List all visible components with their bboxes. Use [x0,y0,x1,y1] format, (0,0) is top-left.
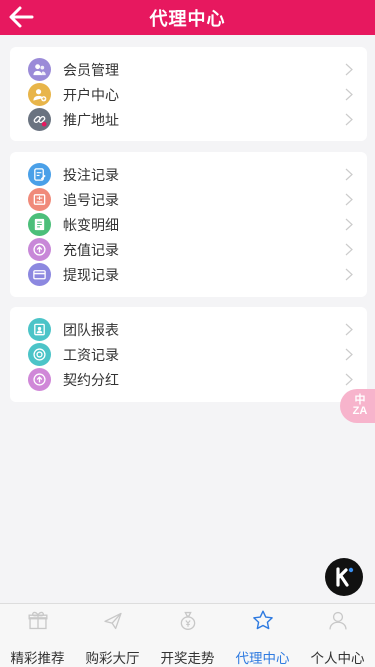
chase-record-icon [28,188,51,211]
menu-item-label: 工资记录 [63,346,119,363]
bet-record-icon [28,163,51,186]
menu-item-member-management[interactable]: 会员管理 [10,57,367,82]
menu-item-account-opening[interactable]: 开户中心 [10,82,367,107]
menu-item-contract-dividend[interactable]: 契约分红 [10,367,367,392]
menu-item-label: 投注记录 [63,166,119,183]
language-label-bottom: ZA [352,405,368,417]
tab-featured[interactable]: 精彩推荐 [0,604,75,667]
user-icon [328,611,347,630]
chevron-right-icon [345,88,353,101]
tab-label: 开奖走势 [160,651,215,666]
withdraw-icon [28,263,51,286]
members-icon [28,58,51,81]
chevron-right-icon [345,373,353,386]
tab-draw-trend[interactable]: 开奖走势 [150,604,225,667]
menu-card-account: 会员管理 开户中心 推广地址 [10,47,367,141]
gift-icon [27,611,48,630]
menu-item-account-change[interactable]: 帐变明细 [10,212,367,237]
chevron-right-icon [345,268,353,281]
chevron-right-icon [345,218,353,231]
chevron-right-icon [345,63,353,76]
team-report-icon [28,318,51,341]
menu-item-label: 会员管理 [63,61,119,78]
tab-agent-center[interactable]: 代理中心 [225,604,300,667]
menu-item-salary-record[interactable]: 工资记录 [10,342,367,367]
tab-label: 个人中心 [310,651,365,666]
menu-item-chase-record[interactable]: 追号记录 [10,187,367,212]
tab-label: 精彩推荐 [10,651,65,666]
chevron-right-icon [345,168,353,181]
add-account-icon [28,83,51,106]
tab-lottery-hall[interactable]: 购彩大厅 [75,604,150,667]
menu-item-label: 团队报表 [63,321,119,338]
plane-icon [103,612,122,630]
star-icon [252,610,273,630]
deposit-icon [28,238,51,261]
chevron-right-icon [345,113,353,126]
language-toggle-button[interactable]: 中 ZA [340,389,375,423]
menu-card-records: 投注记录 追号记录 帐变明细 充值记录 提现记录 [10,152,367,297]
tab-label: 代理中心 [235,651,290,666]
link-icon [28,108,51,131]
menu-item-label: 提现记录 [63,266,119,283]
chevron-right-icon [345,348,353,361]
page-title: 代理中心 [149,8,226,29]
k-logo-icon [336,567,354,587]
floating-k-logo-button[interactable] [325,558,363,596]
top-bar: 代理中心 [0,0,375,35]
menu-item-withdraw-record[interactable]: 提现记录 [10,262,367,287]
menu-item-label: 追号记录 [63,191,119,208]
dividend-icon [28,368,51,391]
menu-item-label: 充值记录 [63,241,119,258]
bottom-tab-bar: 精彩推荐 购彩大厅 开奖走势 代理中心 个人中心 [0,603,375,667]
salary-icon [28,343,51,366]
back-arrow-icon[interactable] [8,5,34,29]
menu-item-label: 推广地址 [63,111,119,128]
chevron-right-icon [345,323,353,336]
menu-card-team: 团队报表 工资记录 契约分红 [10,307,367,402]
chevron-right-icon [345,243,353,256]
menu-item-label: 帐变明细 [63,216,119,233]
tab-label: 购彩大厅 [85,651,140,666]
menu-item-label: 契约分红 [63,371,119,388]
menu-item-bet-record[interactable]: 投注记录 [10,162,367,187]
chevron-right-icon [345,193,353,206]
menu-item-promo-link[interactable]: 推广地址 [10,107,367,132]
money-bag-icon [180,611,195,631]
account-change-icon [28,213,51,236]
menu-item-label: 开户中心 [63,86,119,103]
menu-item-team-report[interactable]: 团队报表 [10,317,367,342]
menu-item-deposit-record[interactable]: 充值记录 [10,237,367,262]
tab-personal-center[interactable]: 个人中心 [300,604,375,667]
